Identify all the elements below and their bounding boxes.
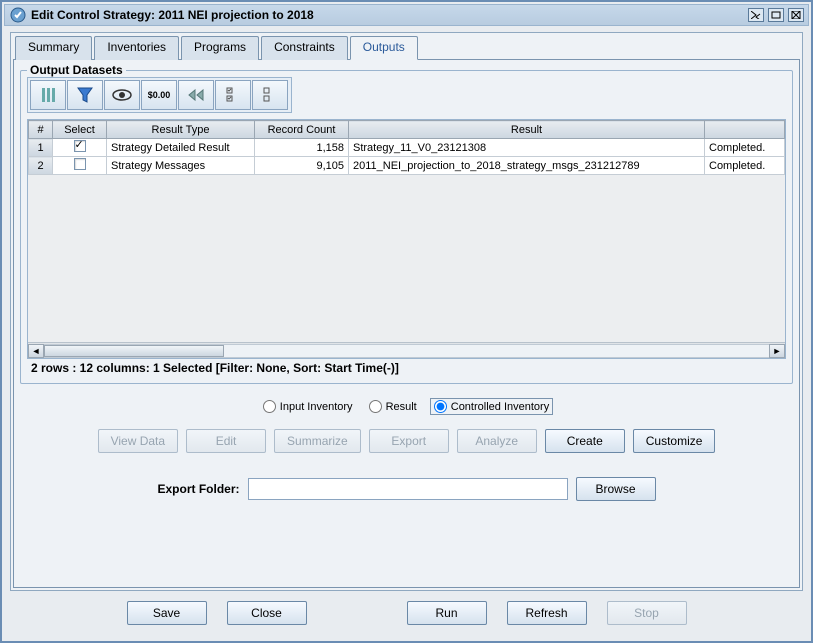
stop-button: Stop xyxy=(607,601,687,625)
close-window-button[interactable]: Close xyxy=(227,601,307,625)
toolbar-refresh-icon[interactable] xyxy=(30,80,66,110)
export-button: Export xyxy=(369,429,449,453)
radio-result[interactable]: Result xyxy=(366,399,420,414)
output-datasets-legend: Output Datasets xyxy=(27,63,126,77)
col-result[interactable]: Result xyxy=(349,121,705,139)
col-record-count[interactable]: Record Count xyxy=(255,121,349,139)
radio-controlled-inventory[interactable]: Controlled Inventory xyxy=(430,398,553,415)
table-status: 2 rows : 12 columns: 1 Selected [Filter:… xyxy=(27,359,786,377)
tab-constraints[interactable]: Constraints xyxy=(261,36,348,60)
refresh-button[interactable]: Refresh xyxy=(507,601,587,625)
row-record-count: 9,105 xyxy=(255,157,349,175)
toolbar-first-icon[interactable] xyxy=(178,80,214,110)
outputs-toolbar: $0.00 xyxy=(27,77,292,113)
toolbar-selectnone-icon[interactable] xyxy=(252,80,288,110)
export-folder-label: Export Folder: xyxy=(157,482,239,496)
run-button[interactable]: Run xyxy=(407,601,487,625)
col-status[interactable] xyxy=(705,121,785,139)
action-buttons: View Data Edit Summarize Export Analyze … xyxy=(20,429,793,453)
titlebar: Edit Control Strategy: 2011 NEI projecti… xyxy=(4,4,809,26)
toolbar-format-icon[interactable]: $0.00 xyxy=(141,80,177,110)
horizontal-scrollbar[interactable]: ◄ ► xyxy=(28,342,785,358)
window-title: Edit Control Strategy: 2011 NEI projecti… xyxy=(31,8,314,22)
app-icon xyxy=(9,6,27,24)
row-status: Completed. xyxy=(705,157,785,175)
close-button[interactable] xyxy=(788,8,804,22)
tab-outputs[interactable]: Outputs xyxy=(350,36,418,60)
row-result-type: Strategy Detailed Result xyxy=(107,139,255,157)
view-data-button: View Data xyxy=(98,429,178,453)
row-status: Completed. xyxy=(705,139,785,157)
maximize-button[interactable] xyxy=(768,8,784,22)
save-button[interactable]: Save xyxy=(127,601,207,625)
minimize-button[interactable] xyxy=(748,8,764,22)
toolbar-view-icon[interactable] xyxy=(104,80,140,110)
col-num[interactable]: # xyxy=(29,121,53,139)
outputs-table-wrap: # Select Result Type Record Count Result xyxy=(27,119,786,359)
tabs: Summary Inventories Programs Constraints… xyxy=(15,35,800,59)
tab-summary[interactable]: Summary xyxy=(15,36,92,60)
col-select[interactable]: Select xyxy=(53,121,107,139)
customize-button[interactable]: Customize xyxy=(633,429,716,453)
analyze-button: Analyze xyxy=(457,429,537,453)
tab-inventories[interactable]: Inventories xyxy=(94,36,179,60)
edit-button: Edit xyxy=(186,429,266,453)
col-result-type[interactable]: Result Type xyxy=(107,121,255,139)
export-folder-row: Export Folder: Browse xyxy=(20,477,793,501)
row-result: Strategy_11_V0_23121308 xyxy=(349,139,705,157)
toolbar-selectall-icon[interactable] xyxy=(215,80,251,110)
table-row[interactable]: 2 Strategy Messages 9,105 2011_NEI_proje… xyxy=(29,157,785,175)
scroll-left-icon[interactable]: ◄ xyxy=(28,344,44,358)
row-result: 2011_NEI_projection_to_2018_strategy_msg… xyxy=(349,157,705,175)
create-button[interactable]: Create xyxy=(545,429,625,453)
toolbar-filter-icon[interactable] xyxy=(67,80,103,110)
outputs-table: # Select Result Type Record Count Result xyxy=(28,120,785,175)
scroll-thumb[interactable] xyxy=(44,345,224,357)
table-row[interactable]: 1 Strategy Detailed Result 1,158 Strateg… xyxy=(29,139,785,157)
outputs-panel: Output Datasets $0.00 xyxy=(13,59,800,588)
row-num: 1 xyxy=(29,139,53,157)
row-result-type: Strategy Messages xyxy=(107,157,255,175)
edit-control-strategy-window: Edit Control Strategy: 2011 NEI projecti… xyxy=(0,0,813,643)
footer-buttons: Save Close Run Refresh Stop xyxy=(10,591,803,633)
output-datasets-fieldset: Output Datasets $0.00 xyxy=(20,70,793,384)
inventory-type-radios: Input Inventory Result Controlled Invent… xyxy=(20,398,793,415)
row-select-checkbox[interactable] xyxy=(74,140,86,152)
row-select-checkbox[interactable] xyxy=(74,158,86,170)
row-record-count: 1,158 xyxy=(255,139,349,157)
summarize-button: Summarize xyxy=(274,429,361,453)
tab-programs[interactable]: Programs xyxy=(181,36,259,60)
scroll-right-icon[interactable]: ► xyxy=(769,344,785,358)
browse-button[interactable]: Browse xyxy=(576,477,656,501)
main-panel: Summary Inventories Programs Constraints… xyxy=(10,32,803,591)
radio-input-inventory[interactable]: Input Inventory xyxy=(260,399,356,414)
row-num: 2 xyxy=(29,157,53,175)
export-folder-input[interactable] xyxy=(248,478,568,500)
